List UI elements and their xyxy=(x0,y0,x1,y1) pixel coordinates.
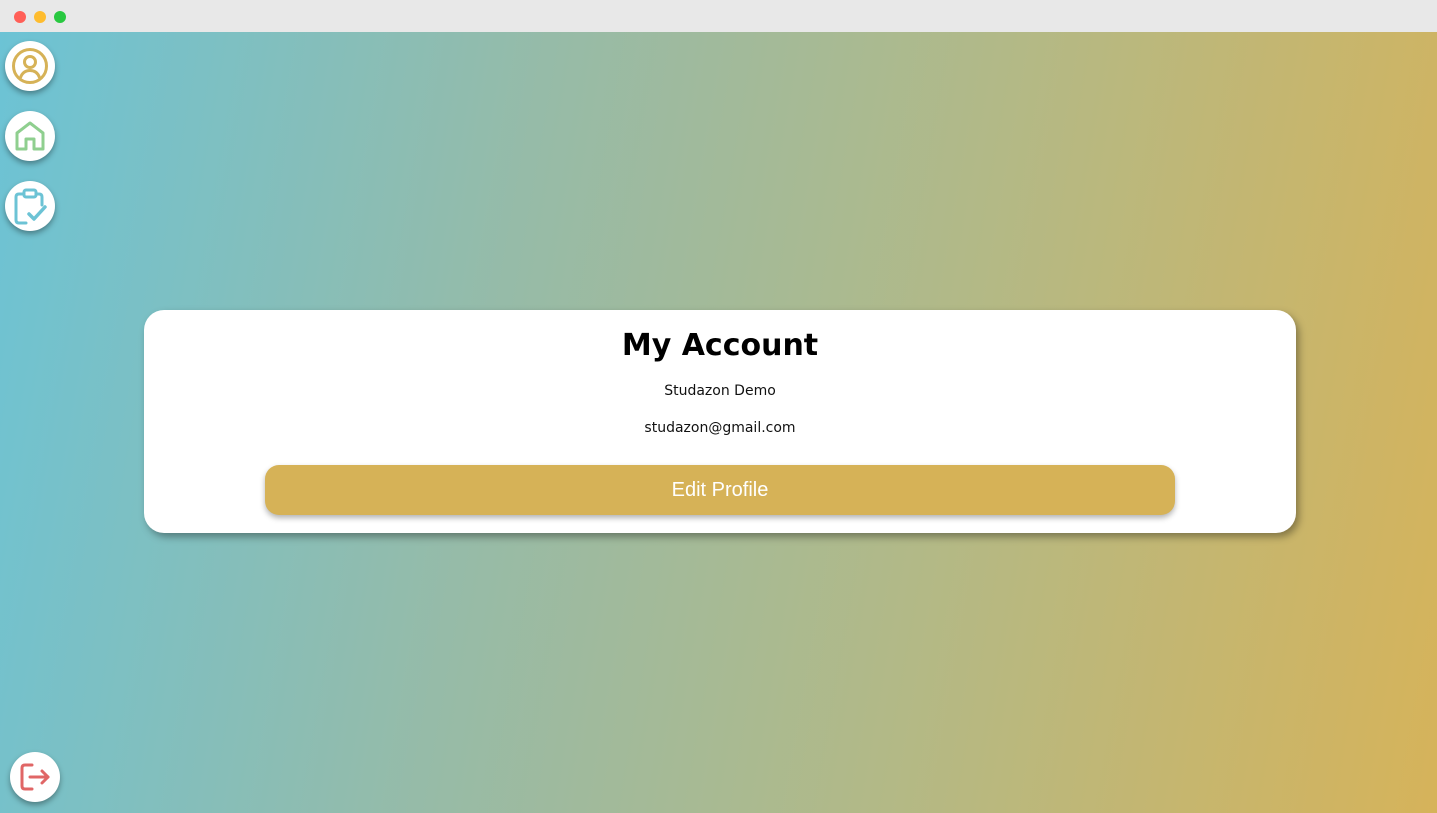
sidebar-item-home[interactable] xyxy=(5,111,55,161)
title-bar xyxy=(0,0,1437,32)
edit-profile-button[interactable]: Edit Profile xyxy=(265,465,1175,515)
account-name: Studazon Demo xyxy=(664,383,776,399)
account-card: My Account Studazon Demo studazon@gmail.… xyxy=(144,310,1296,533)
logout-button[interactable] xyxy=(10,752,60,802)
user-circle-icon xyxy=(11,47,49,85)
main-content: My Account Studazon Demo studazon@gmail.… xyxy=(0,32,1437,813)
app-window: My Account Studazon Demo studazon@gmail.… xyxy=(0,0,1437,813)
account-email: studazon@gmail.com xyxy=(644,420,796,436)
sidebar-item-tasks[interactable] xyxy=(5,181,55,231)
close-window-button[interactable] xyxy=(14,11,26,23)
home-icon xyxy=(13,119,47,153)
clipboard-check-icon xyxy=(12,187,48,225)
sidebar-item-profile[interactable] xyxy=(5,41,55,91)
logout-icon xyxy=(18,761,52,793)
maximize-window-button[interactable] xyxy=(54,11,66,23)
minimize-window-button[interactable] xyxy=(34,11,46,23)
page-title: My Account xyxy=(621,328,819,363)
